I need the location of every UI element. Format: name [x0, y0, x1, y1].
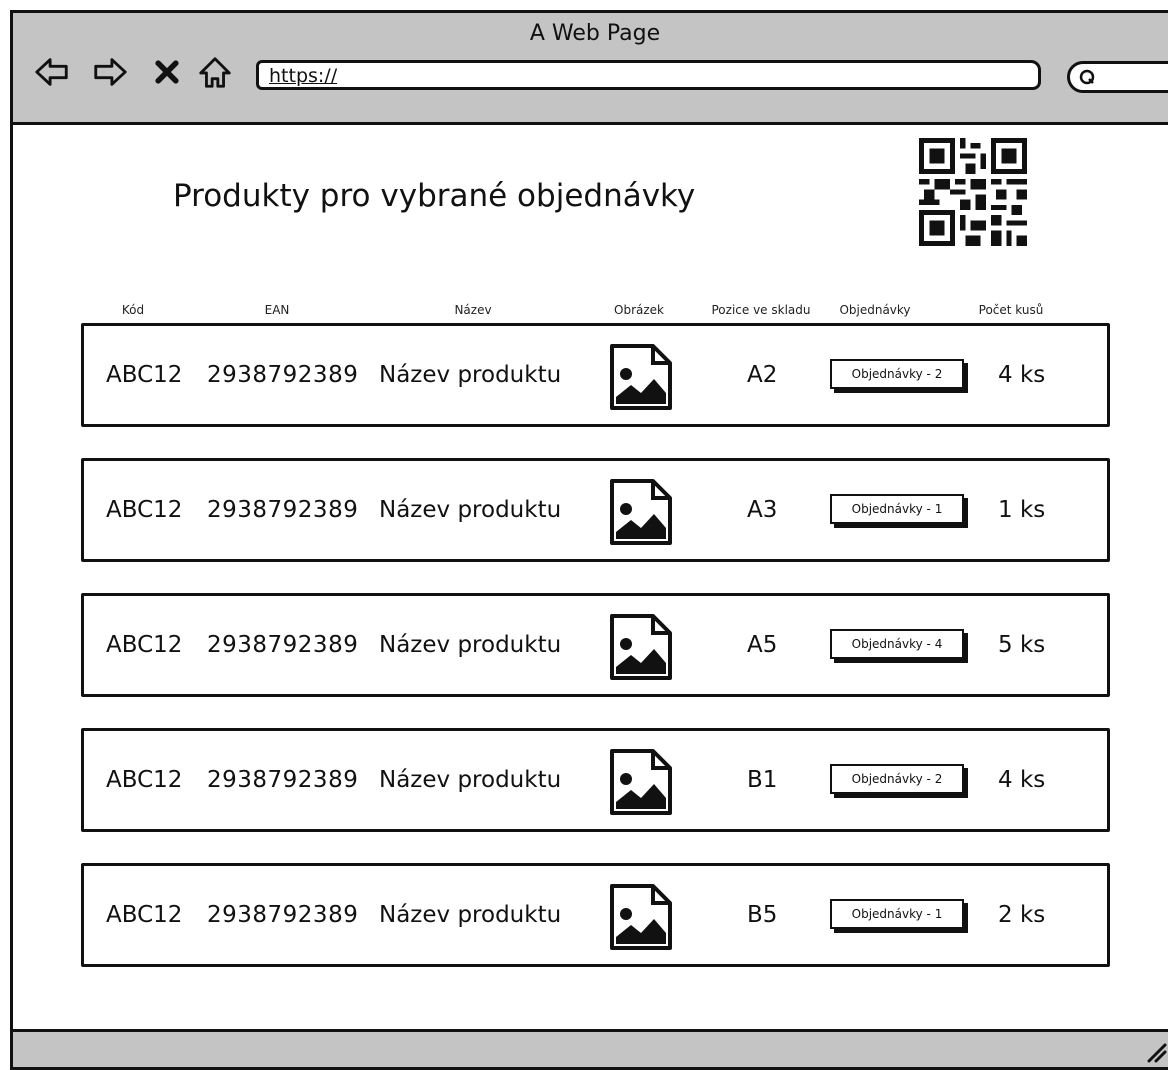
product-name: Název produktu — [379, 902, 562, 928]
product-row: ABC12 2938792389 Název produktu B1 Objed… — [81, 728, 1110, 832]
product-code: ABC12 — [106, 902, 183, 928]
orders-button[interactable]: Objednávky - 4 — [830, 629, 964, 659]
column-header-pozice: Pozice ve skladu — [711, 303, 811, 317]
product-code: ABC12 — [106, 767, 183, 793]
product-row: ABC12 2938792389 Název produktu A3 Objed… — [81, 458, 1110, 562]
product-name: Název produktu — [379, 767, 562, 793]
product-position: A5 — [747, 632, 778, 658]
product-code: ABC12 — [106, 632, 183, 658]
product-ean: 2938792389 — [207, 902, 359, 928]
url-input[interactable]: https:// — [256, 60, 1041, 90]
product-ean: 2938792389 — [207, 497, 359, 523]
column-header-nazev: Název — [454, 303, 492, 317]
column-header-pocet: Počet kusů — [978, 303, 1044, 317]
resize-grip-icon[interactable] — [1143, 1039, 1167, 1063]
orders-button[interactable]: Objednávky - 1 — [830, 899, 964, 929]
product-position: B1 — [747, 767, 778, 793]
forward-arrow-icon[interactable] — [91, 53, 129, 91]
orders-button[interactable]: Objednávky - 2 — [830, 359, 964, 389]
product-code: ABC12 — [106, 497, 183, 523]
close-icon[interactable] — [151, 53, 183, 91]
back-arrow-icon[interactable] — [33, 53, 71, 91]
image-placeholder-icon — [610, 884, 672, 950]
search-field[interactable] — [1067, 61, 1168, 93]
image-placeholder-icon — [610, 479, 672, 545]
browser-window: A Web Page https:// Produkty pro vybrané… — [10, 10, 1168, 1070]
product-ean: 2938792389 — [207, 632, 359, 658]
product-name: Název produktu — [379, 632, 562, 658]
image-placeholder-icon — [610, 614, 672, 680]
product-quantity: 2 ks — [998, 902, 1046, 928]
product-name: Název produktu — [379, 497, 562, 523]
column-header-obrazek: Obrázek — [614, 303, 664, 317]
column-header-ean: EAN — [264, 303, 290, 317]
url-text: https:// — [269, 65, 338, 87]
browser-statusbar — [13, 1029, 1168, 1067]
orders-button[interactable]: Objednávky - 2 — [830, 764, 964, 794]
product-position: A2 — [747, 362, 778, 388]
product-quantity: 1 ks — [998, 497, 1046, 523]
image-placeholder-icon — [610, 749, 672, 815]
product-quantity: 4 ks — [998, 362, 1046, 388]
product-row: ABC12 2938792389 Název produktu A5 Objed… — [81, 593, 1110, 697]
product-position: A3 — [747, 497, 778, 523]
product-row: ABC12 2938792389 Název produktu A2 Objed… — [81, 323, 1110, 427]
orders-button[interactable]: Objednávky - 1 — [830, 494, 964, 524]
page-title: Produkty pro vybrané objednávky — [173, 178, 696, 214]
column-header-objednavky: Objednávky — [839, 303, 911, 317]
product-row: ABC12 2938792389 Název produktu B5 Objed… — [81, 863, 1110, 967]
product-code: ABC12 — [106, 362, 183, 388]
product-ean: 2938792389 — [207, 767, 359, 793]
product-quantity: 5 ks — [998, 632, 1046, 658]
product-ean: 2938792389 — [207, 362, 359, 388]
home-icon[interactable] — [196, 53, 234, 91]
qr-code-icon — [919, 138, 1027, 246]
product-name: Název produktu — [379, 362, 562, 388]
window-title: A Web Page — [529, 21, 661, 46]
column-header-kod: Kód — [121, 303, 145, 317]
search-icon — [1079, 69, 1095, 85]
image-placeholder-icon — [610, 344, 672, 410]
browser-titlebar: A Web Page https:// — [13, 13, 1168, 125]
product-quantity: 4 ks — [998, 767, 1046, 793]
product-position: B5 — [747, 902, 778, 928]
